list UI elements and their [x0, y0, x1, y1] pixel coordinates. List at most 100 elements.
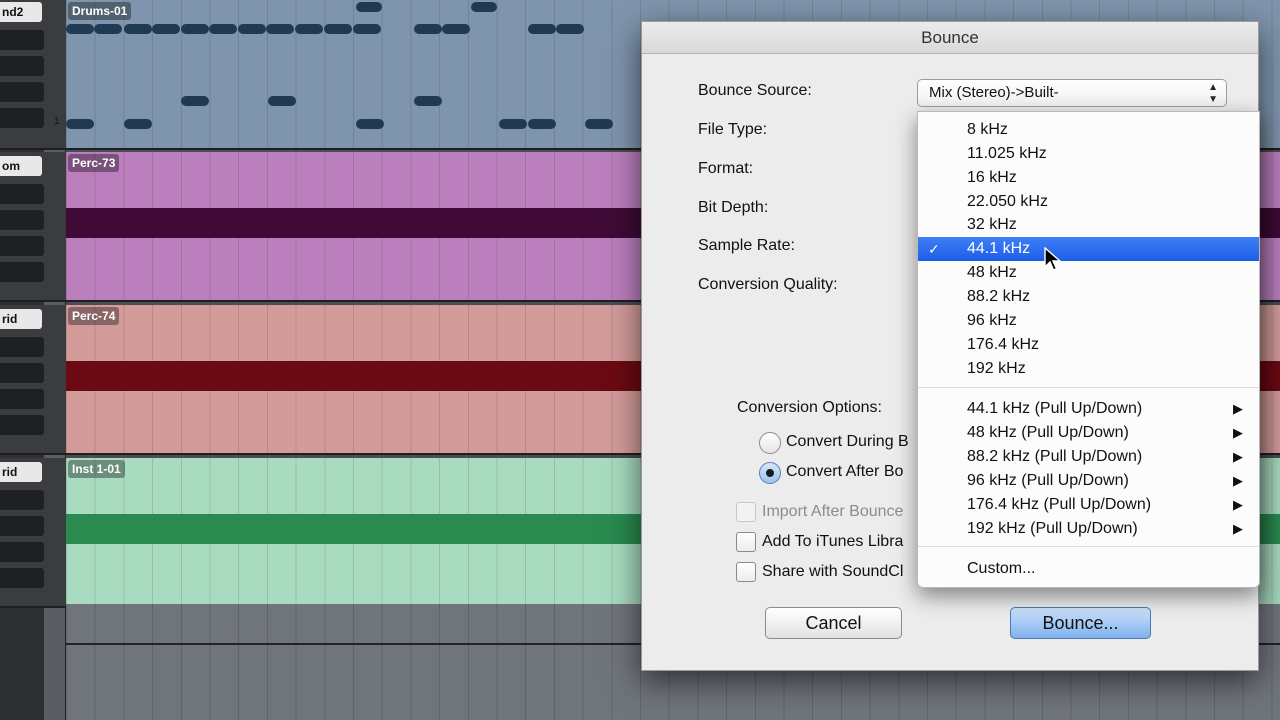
menu-item-rate[interactable]: 11.025 kHz	[918, 142, 1259, 166]
track-control[interactable]	[0, 337, 44, 357]
add-to-itunes-checkbox[interactable]	[736, 532, 756, 552]
drum-note	[181, 24, 209, 34]
menu-item-pullup[interactable]: 88.2 kHz (Pull Up/Down) ▶	[918, 445, 1259, 469]
menu-item-label: 192 kHz	[967, 359, 1026, 377]
checkmark-icon: ✓	[928, 241, 940, 258]
menu-item-label: 176.4 kHz (Pull Up/Down)	[967, 495, 1152, 513]
drum-note	[66, 119, 94, 129]
import-after-bounce-label: Import After Bounce	[762, 503, 904, 520]
track-control[interactable]	[0, 108, 44, 128]
track-control[interactable]	[0, 516, 44, 536]
drum-note	[209, 24, 237, 34]
submenu-arrow-icon: ▶	[1233, 472, 1243, 488]
submenu-arrow-icon: ▶	[1233, 401, 1243, 417]
region-label: Inst 1-01	[68, 460, 125, 478]
menu-item-label: 44.1 kHz	[967, 240, 1031, 258]
menu-item-pullup[interactable]: 96 kHz (Pull Up/Down) ▶	[918, 469, 1259, 493]
sample-rate-label: Sample Rate:	[698, 237, 795, 254]
sample-rate-menu: 8 kHz 11.025 kHz 16 kHz 22.050 kHz 32 kHz ✓ 44…	[917, 111, 1260, 588]
drum-note	[471, 2, 497, 12]
menu-item-rate[interactable]: 48 kHz	[918, 261, 1259, 285]
conversion-options-label: Conversion Options:	[737, 399, 882, 416]
track-control[interactable]	[0, 415, 44, 435]
track-header-2[interactable]: om	[0, 152, 66, 302]
import-after-bounce-checkbox[interactable]	[736, 502, 756, 522]
drum-note	[66, 24, 94, 34]
drum-note	[94, 24, 122, 34]
menu-item-label: 22.050 kHz	[967, 192, 1048, 210]
drum-note	[585, 119, 613, 129]
drum-note	[181, 96, 209, 106]
track-control[interactable]	[0, 56, 44, 76]
track-control[interactable]	[0, 262, 44, 282]
track-header-1[interactable]: nd2	[0, 0, 66, 150]
menu-item-label: 176.4 kHz	[967, 335, 1040, 353]
menu-item-label: 48 kHz	[967, 264, 1017, 282]
menu-item-label: 32 kHz	[967, 216, 1017, 234]
drum-note	[556, 24, 584, 34]
region-label: Drums-01	[68, 2, 132, 20]
track-control[interactable]	[0, 30, 44, 50]
menu-item-pullup[interactable]: 192 kHz (Pull Up/Down) ▶	[918, 517, 1259, 541]
menu-item-rate[interactable]: 192 kHz	[918, 357, 1259, 381]
submenu-arrow-icon: ▶	[1233, 496, 1243, 512]
menu-item-rate[interactable]: 176.4 kHz	[918, 333, 1259, 357]
menu-item-pullup[interactable]: 48 kHz (Pull Up/Down) ▶	[918, 421, 1259, 445]
convert-after-radio[interactable]	[759, 462, 781, 484]
drum-note	[268, 96, 296, 106]
mouse-cursor-icon	[1044, 247, 1062, 271]
drum-note	[124, 24, 152, 34]
track-control[interactable]	[0, 568, 44, 588]
menu-item-rate[interactable]: 22.050 kHz	[918, 190, 1259, 214]
menu-item-rate[interactable]: 32 kHz	[918, 213, 1259, 237]
track-control[interactable]	[0, 542, 44, 562]
bit-depth-label: Bit Depth:	[698, 199, 769, 216]
track-name: rid	[0, 309, 42, 329]
track-header-4[interactable]: rid	[0, 458, 66, 608]
drum-note	[238, 24, 266, 34]
drum-note	[356, 119, 384, 129]
track-control[interactable]	[0, 389, 44, 409]
drum-note	[414, 24, 442, 34]
track-control[interactable]	[0, 490, 44, 510]
convert-during-label: Convert During B	[786, 433, 909, 450]
drum-note	[442, 24, 470, 34]
track-header-3[interactable]: rid	[0, 305, 66, 455]
format-label: Format:	[698, 160, 754, 177]
submenu-arrow-icon: ▶	[1233, 520, 1243, 536]
menu-item-label: 96 kHz (Pull Up/Down)	[967, 471, 1129, 489]
convert-after-label: Convert After Bo	[786, 463, 904, 480]
convert-during-radio[interactable]	[759, 432, 781, 454]
conversion-quality-label: Conversion Quality:	[698, 276, 838, 293]
menu-item-label: 44.1 kHz (Pull Up/Down)	[967, 400, 1143, 418]
menu-item-rate[interactable]: ✓ 44.1 kHz	[918, 237, 1259, 262]
menu-item-label: 16 kHz	[967, 168, 1017, 186]
menu-item-rate[interactable]: 96 kHz	[918, 309, 1259, 333]
track-control[interactable]	[0, 363, 44, 383]
updown-arrows-icon: ▲ ▼	[1208, 82, 1218, 105]
submenu-arrow-icon: ▶	[1233, 449, 1243, 465]
track-control[interactable]	[0, 184, 44, 204]
menu-item-label: 88.2 kHz	[967, 287, 1031, 305]
track-control[interactable]	[0, 236, 44, 256]
menu-item-rate[interactable]: 88.2 kHz	[918, 285, 1259, 309]
drum-note	[353, 24, 381, 34]
cancel-button[interactable]: Cancel	[765, 607, 902, 639]
menu-separator	[918, 387, 1259, 389]
bounce-button[interactable]: Bounce...	[1010, 607, 1151, 639]
menu-item-custom[interactable]: Custom...	[918, 557, 1259, 581]
add-to-itunes-label: Add To iTunes Libra	[762, 533, 904, 550]
file-type-label: File Type:	[698, 121, 768, 138]
share-soundcloud-label: Share with SoundCl	[762, 563, 904, 580]
track-control[interactable]	[0, 210, 44, 230]
track-control[interactable]	[0, 82, 44, 102]
menu-item-label: 11.025 kHz	[967, 144, 1047, 162]
menu-item-rate[interactable]: 16 kHz	[918, 166, 1259, 190]
menu-item-label: 192 kHz (Pull Up/Down)	[967, 519, 1138, 537]
menu-item-pullup[interactable]: 176.4 kHz (Pull Up/Down) ▶	[918, 493, 1259, 517]
menu-item-pullup[interactable]: 44.1 kHz (Pull Up/Down) ▶	[918, 397, 1259, 421]
track-name: om	[0, 156, 42, 176]
share-soundcloud-checkbox[interactable]	[736, 562, 756, 582]
menu-item-rate[interactable]: 8 kHz	[918, 118, 1259, 142]
bounce-source-popup[interactable]: Mix (Stereo)->Built- ▲ ▼	[917, 79, 1227, 107]
